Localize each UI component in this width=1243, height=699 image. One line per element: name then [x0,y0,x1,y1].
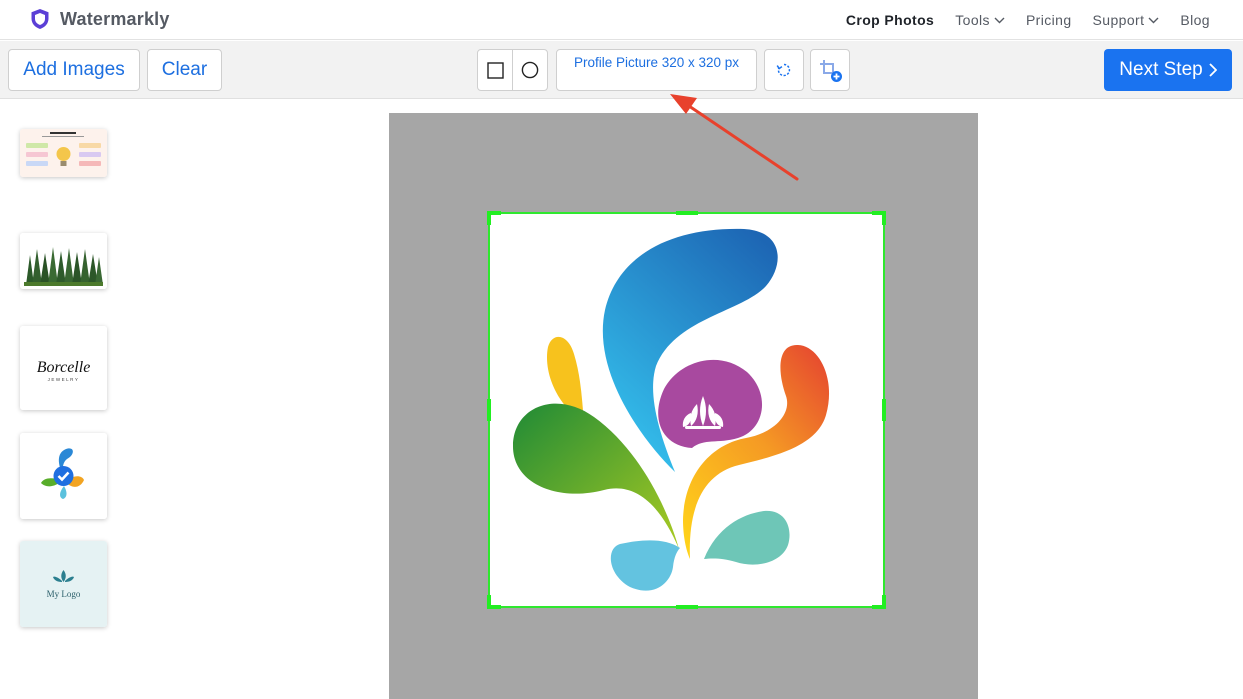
infographic-image [20,129,107,177]
crop-toolbar: Add Images Clear Profile Picture 320 x 3… [0,41,1243,99]
chevron-right-icon [1209,63,1217,77]
chevron-down-icon [1148,17,1159,23]
add-crop-icon [820,60,842,82]
nav-tools-label: Tools [955,12,990,28]
borcelle-logo-text: Borcelle [37,359,91,376]
nav-blog[interactable]: Blog [1180,12,1210,28]
crop-handle-bottom-left[interactable] [487,595,491,609]
size-preset-select[interactable]: Profile Picture 320 x 320 px [556,49,757,91]
crop-handle-top-right[interactable] [882,211,886,225]
chevron-down-icon [994,17,1005,23]
my-logo-image: My Logo [20,541,107,627]
next-step-label: Next Step [1119,59,1203,80]
main-nav: Crop Photos Tools Pricing Support Blog [846,0,1210,40]
forest-thumbnail[interactable] [20,233,107,289]
crop-handle-top-left[interactable] [487,211,491,225]
crop-frame[interactable] [487,211,886,609]
borcelle-logo-thumbnail[interactable]: Borcelle JEWELRY [20,326,107,410]
crop-canvas [389,113,978,699]
infographic-thumbnail[interactable] [20,129,107,177]
nav-support[interactable]: Support [1093,12,1160,28]
crop-handle-left[interactable] [487,399,491,421]
nav-support-label: Support [1092,12,1145,28]
crop-handle-bottom-right[interactable] [882,595,886,609]
shield-logo-icon [31,9,49,29]
splash-logo-image-large [512,228,830,591]
forest-image [20,233,107,289]
nav-pricing-label: Pricing [1025,12,1072,28]
rotate-button[interactable] [764,49,804,91]
nav-crop-photos[interactable]: Crop Photos [846,12,934,28]
rotate-icon [776,63,791,77]
circle-icon [521,61,539,79]
borcelle-logo-subtext: JEWELRY [48,377,80,382]
nav-pricing[interactable]: Pricing [1026,12,1072,28]
borcelle-logo-image: Borcelle JEWELRY [20,326,107,410]
crop-handle-right[interactable] [882,399,886,421]
brand[interactable]: Watermarkly [30,7,170,31]
my-logo-thumbnail[interactable]: My Logo [20,541,107,627]
crop-handle-bottom[interactable] [676,605,698,609]
clear-button[interactable]: Clear [147,49,222,91]
top-navigation: Watermarkly Crop Photos Tools Pricing Su… [0,0,1243,40]
square-icon [486,61,504,79]
my-logo-text: My Logo [47,589,81,599]
next-step-button[interactable]: Next Step [1104,49,1232,91]
nav-tools[interactable]: Tools [955,12,1005,28]
circle-shape-button[interactable] [512,50,547,90]
nav-blog-label: Blog [1180,12,1210,28]
nav-crop-photos-label: Crop Photos [845,12,935,28]
crop-handle-top[interactable] [676,211,698,215]
rectangle-shape-button[interactable] [478,50,512,90]
splash-logo-thumbnail[interactable] [20,433,107,519]
add-crop-button[interactable] [810,49,850,91]
add-images-button[interactable]: Add Images [8,49,140,91]
brand-name: Watermarkly [60,8,170,29]
crop-shape-toggle [477,49,548,91]
splash-logo-image [20,433,107,519]
